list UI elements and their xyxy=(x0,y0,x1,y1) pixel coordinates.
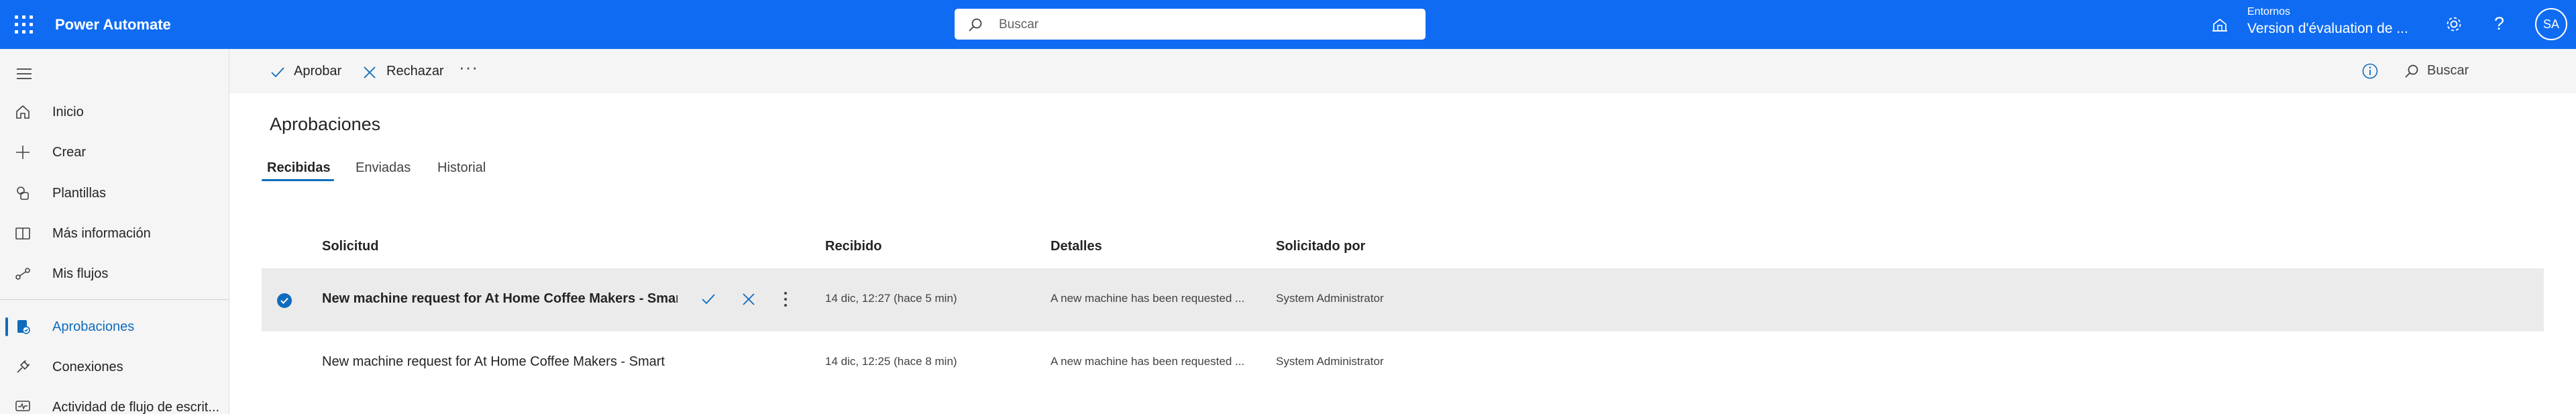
tab-historial[interactable]: Historial xyxy=(437,160,486,176)
sidebar-item-label: Mis flujos xyxy=(52,266,109,281)
approvals-icon xyxy=(17,320,30,334)
sidebar-item-actividad-flujo-escritorio[interactable]: Actividad de flujo de escrit... xyxy=(0,391,229,414)
environment-picker[interactable]: Version d'évaluation de ... xyxy=(2247,21,2408,37)
received-date: 14 dic, 12:27 (hace 5 min) xyxy=(825,292,957,305)
plug-icon xyxy=(17,360,30,373)
command-bar: Aprobar Rechazar ··· xyxy=(229,49,2576,93)
row-approve-checkmark-icon[interactable] xyxy=(699,290,718,309)
search-placeholder: Buscar xyxy=(999,17,1039,32)
app-launcher-icon[interactable] xyxy=(15,15,33,34)
column-header-solicitud[interactable]: Solicitud xyxy=(322,239,378,254)
sidebar-item-label: Plantillas xyxy=(52,186,107,201)
top-bar: Power Automate Buscar Entornos Version d… xyxy=(0,0,2576,49)
left-navigation: Inicio Crear Plantillas Más información … xyxy=(0,49,229,414)
column-header-recibido[interactable]: Recibido xyxy=(825,239,881,254)
approve-label: Aprobar xyxy=(294,64,342,79)
checkmark-icon xyxy=(271,67,284,78)
request-details: A new machine has been requested ... xyxy=(1051,292,1245,305)
reject-label: Rechazar xyxy=(386,64,444,79)
info-icon[interactable] xyxy=(2361,62,2379,80)
column-header-solicitado-por[interactable]: Solicitado por xyxy=(1276,239,1365,254)
row-selected-checkmark-icon[interactable] xyxy=(276,293,292,309)
requested-by: System Administrator xyxy=(1276,355,1384,368)
help-icon[interactable]: ? xyxy=(2494,13,2504,34)
home-icon xyxy=(16,105,30,119)
sidebar-item-label: Actividad de flujo de escrit... xyxy=(52,400,220,414)
search-icon xyxy=(969,18,982,32)
tab-enviadas[interactable]: Enviadas xyxy=(356,160,411,176)
sidebar-item-label: Crear xyxy=(52,145,87,160)
request-details: A new machine has been requested ... xyxy=(1051,355,1245,368)
search-icon xyxy=(2405,64,2418,78)
plus-icon xyxy=(16,146,30,159)
active-indicator xyxy=(5,317,8,336)
sidebar-item-label: Aprobaciones xyxy=(52,319,135,334)
user-avatar[interactable]: SA xyxy=(2535,8,2567,40)
sidebar-item-conexiones[interactable]: Conexiones xyxy=(0,351,229,382)
table-row[interactable]: New machine request for At Home Coffee M… xyxy=(262,268,2544,331)
environment-icon xyxy=(2212,18,2227,32)
tab-recibidas[interactable]: Recibidas xyxy=(267,160,330,176)
request-title[interactable]: New machine request for At Home Coffee M… xyxy=(322,291,678,307)
sidebar-item-mis-flujos[interactable]: Mis flujos xyxy=(0,258,229,289)
hamburger-menu-icon[interactable] xyxy=(16,67,32,81)
column-header-detalles[interactable]: Detalles xyxy=(1051,239,1102,254)
dismiss-icon xyxy=(364,66,376,79)
desktop-activity-icon xyxy=(15,401,30,411)
templates-icon xyxy=(17,187,29,200)
table-row[interactable]: New machine request for At Home Coffee M… xyxy=(262,331,2544,395)
sidebar-item-label: Inicio xyxy=(52,105,84,119)
row-reject-dismiss-icon[interactable] xyxy=(739,290,758,309)
requested-by: System Administrator xyxy=(1276,292,1384,305)
active-tab-indicator xyxy=(262,179,334,181)
settings-gear-icon[interactable] xyxy=(2445,15,2463,34)
sidebar-item-label: Conexiones xyxy=(52,360,123,374)
flows-icon xyxy=(15,268,30,280)
row-more-options-icon[interactable] xyxy=(782,290,789,309)
received-date: 14 dic, 12:25 (hace 8 min) xyxy=(825,355,957,368)
book-icon xyxy=(15,227,30,240)
sidebar-item-inicio[interactable]: Inicio xyxy=(0,96,229,127)
sidebar-item-label: Más información xyxy=(52,226,151,241)
more-options-icon[interactable]: ··· xyxy=(459,57,478,78)
list-search-label: Buscar xyxy=(2427,63,2469,78)
sidebar-item-aprobaciones[interactable]: Aprobaciones xyxy=(0,311,229,342)
sidebar-divider xyxy=(0,299,229,300)
sidebar-item-plantillas[interactable]: Plantillas xyxy=(0,177,229,208)
sidebar-item-crear[interactable]: Crear xyxy=(0,136,229,167)
page-title: Aprobaciones xyxy=(270,114,381,134)
global-search-input[interactable]: Buscar xyxy=(955,9,1426,40)
environment-label: Entornos xyxy=(2247,6,2291,17)
sidebar-item-mas-informacion[interactable]: Más información xyxy=(0,217,229,248)
app-title[interactable]: Power Automate xyxy=(55,16,171,34)
